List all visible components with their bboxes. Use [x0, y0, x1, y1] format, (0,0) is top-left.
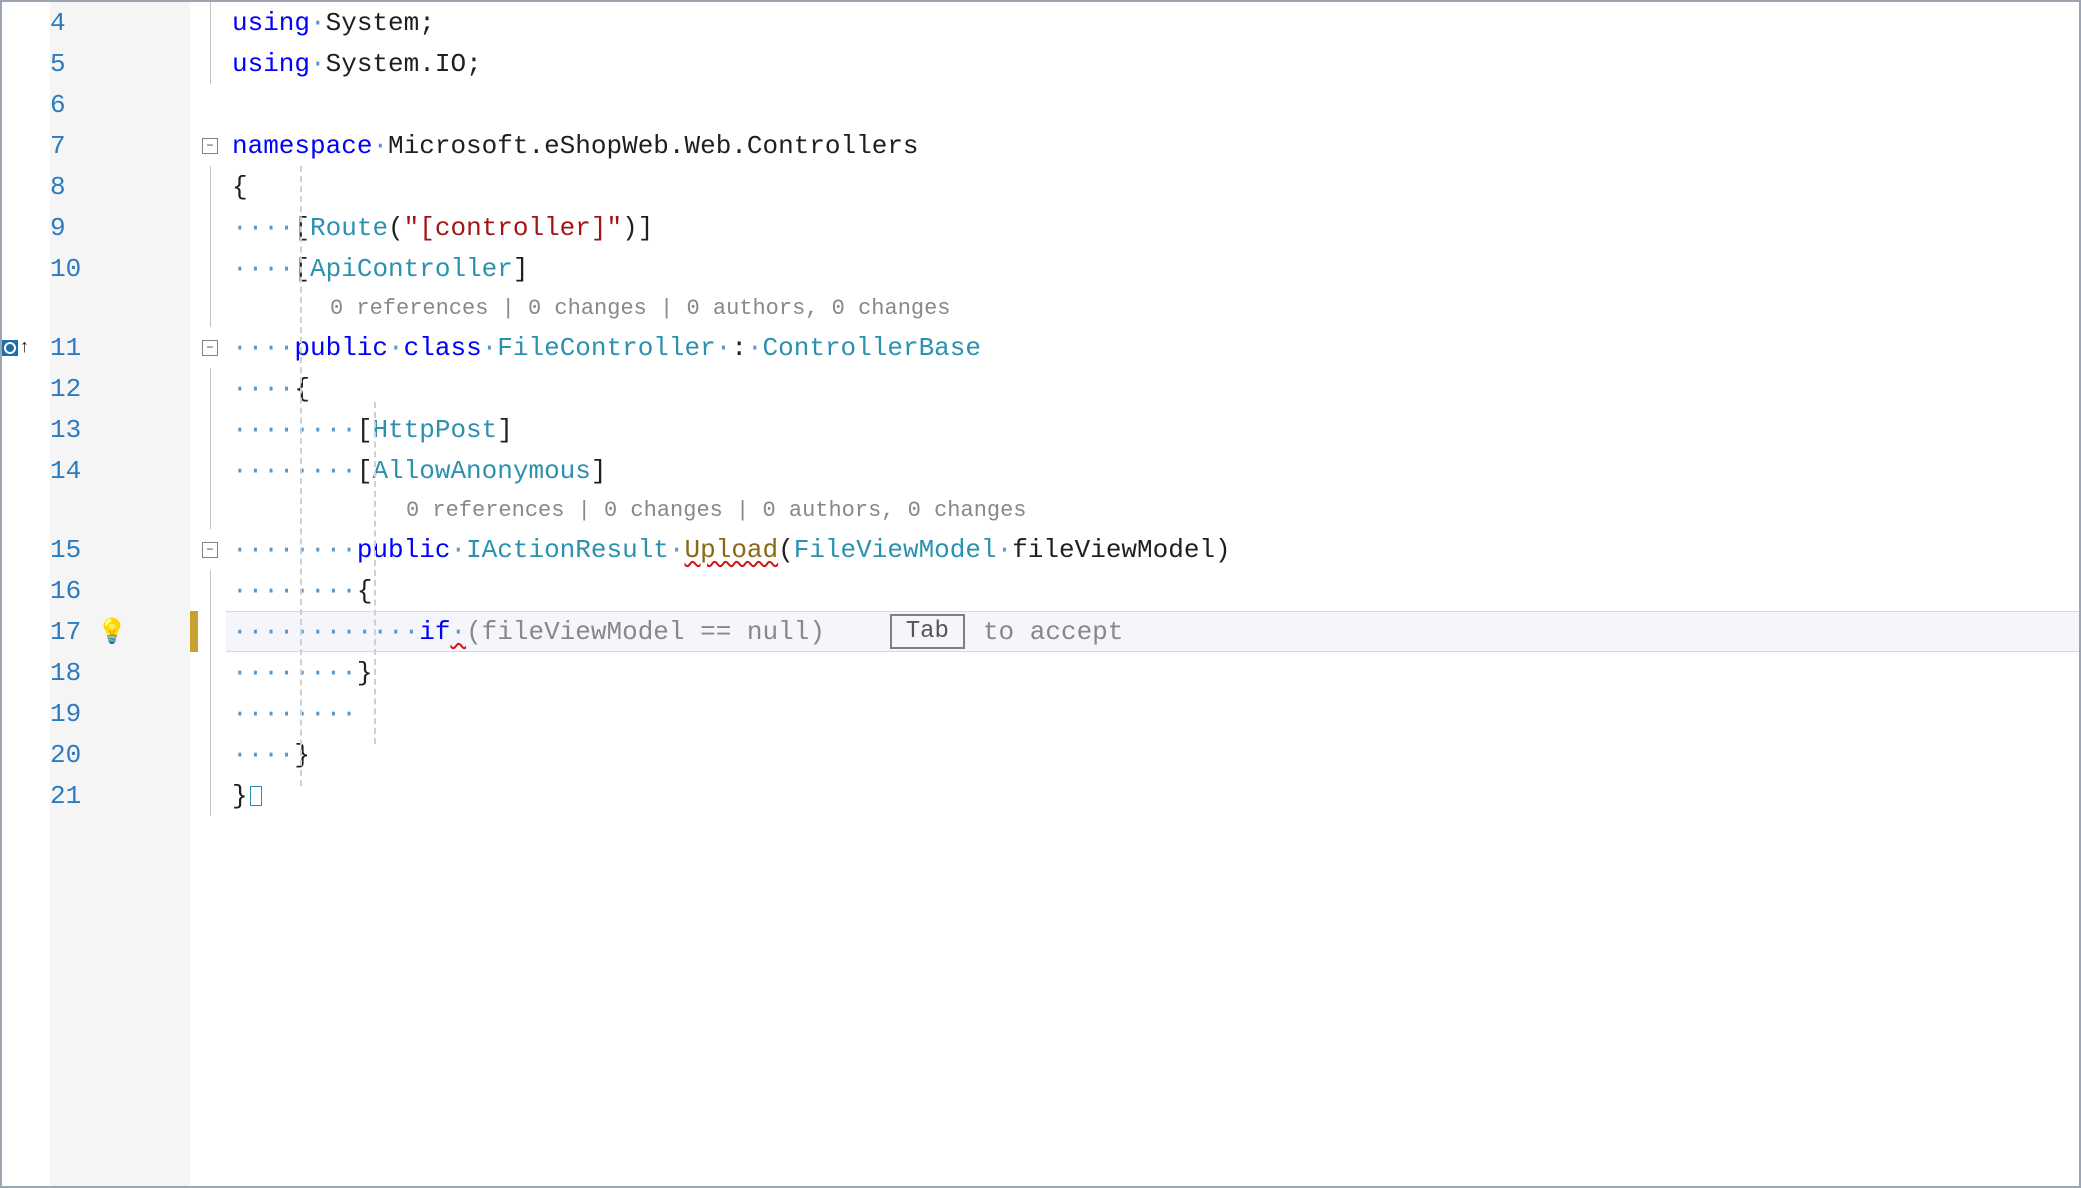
glyph-margin: ↑	[2, 2, 50, 1186]
code-line[interactable]: ········	[226, 693, 357, 734]
code-line[interactable]: namespace·Microsoft.eShopWeb.Web.Control…	[226, 125, 919, 166]
code-line[interactable]: ········[AllowAnonymous]	[226, 450, 606, 491]
code-editor[interactable]: ↑ 4 5 6 7 8 9 10 11 12 13 14 15 16 17💡 1…	[0, 0, 2081, 1188]
line-number: 4	[50, 8, 82, 38]
code-line[interactable]: ····public·class·FileController·:·Contro…	[226, 327, 981, 368]
accept-hint: to accept	[983, 617, 1123, 647]
line-number: 10	[50, 254, 97, 284]
method-with-error[interactable]: Upload	[685, 535, 779, 565]
code-line[interactable]: ····{	[226, 368, 310, 409]
line-number: 20	[50, 740, 97, 770]
code-line[interactable]: ········[HttpPost]	[226, 409, 513, 450]
fold-toggle-icon[interactable]: −	[202, 542, 218, 558]
codelens[interactable]: 0 references | 0 changes | 0 authors, 0 …	[400, 498, 1027, 523]
outline-gutter[interactable]: − − −	[202, 2, 226, 1186]
code-line[interactable]: ····[Route("[controller]")]	[226, 207, 653, 248]
code-line[interactable]: ····}	[226, 734, 310, 775]
line-number: 21	[50, 781, 97, 811]
intellisense-suggestion: (fileViewModel == null)	[466, 617, 825, 647]
code-line[interactable]: using·System.IO;	[226, 43, 482, 84]
line-number: 16	[50, 576, 97, 606]
lightbulb-icon[interactable]: 💡	[97, 617, 127, 647]
fold-toggle-icon[interactable]: −	[202, 138, 218, 154]
line-number-gutter: 4 5 6 7 8 9 10 11 12 13 14 15 16 17💡 18 …	[50, 2, 190, 1186]
code-line[interactable]: }	[226, 775, 262, 816]
line-number: 8	[50, 172, 82, 202]
tab-key-hint: Tab	[890, 614, 965, 649]
line-number: 11	[50, 333, 97, 363]
line-number: 7	[50, 131, 82, 161]
line-number: 6	[50, 90, 82, 120]
code-line-current[interactable]: ············if·(fileViewModel == null) T…	[226, 612, 1123, 651]
code-line[interactable]: ········public·IActionResult·Upload(File…	[226, 529, 1231, 570]
line-number: 19	[50, 699, 97, 729]
line-number: 5	[50, 49, 82, 79]
code-line[interactable]	[226, 84, 232, 125]
change-indicator	[190, 611, 198, 652]
change-indicator-gutter	[190, 2, 202, 1186]
line-number: 12	[50, 374, 97, 404]
caret-indicator	[250, 786, 262, 806]
codelens[interactable]: 0 references | 0 changes | 0 authors, 0 …	[324, 296, 951, 321]
fold-toggle-icon[interactable]: −	[202, 340, 218, 356]
code-line[interactable]: ····[ApiController]	[226, 248, 528, 289]
line-number: 9	[50, 213, 82, 243]
class-nav-glyph[interactable]: ↑	[2, 327, 30, 368]
line-number: 14	[50, 456, 97, 486]
code-line[interactable]: using·System;	[226, 2, 435, 43]
code-line[interactable]: {	[226, 166, 248, 207]
line-number: 15	[50, 535, 97, 565]
line-number: 18	[50, 658, 97, 688]
line-number: 17	[50, 617, 97, 647]
line-number: 13	[50, 415, 97, 445]
code-area[interactable]: using·System; using·System.IO; namespace…	[226, 2, 2079, 1186]
